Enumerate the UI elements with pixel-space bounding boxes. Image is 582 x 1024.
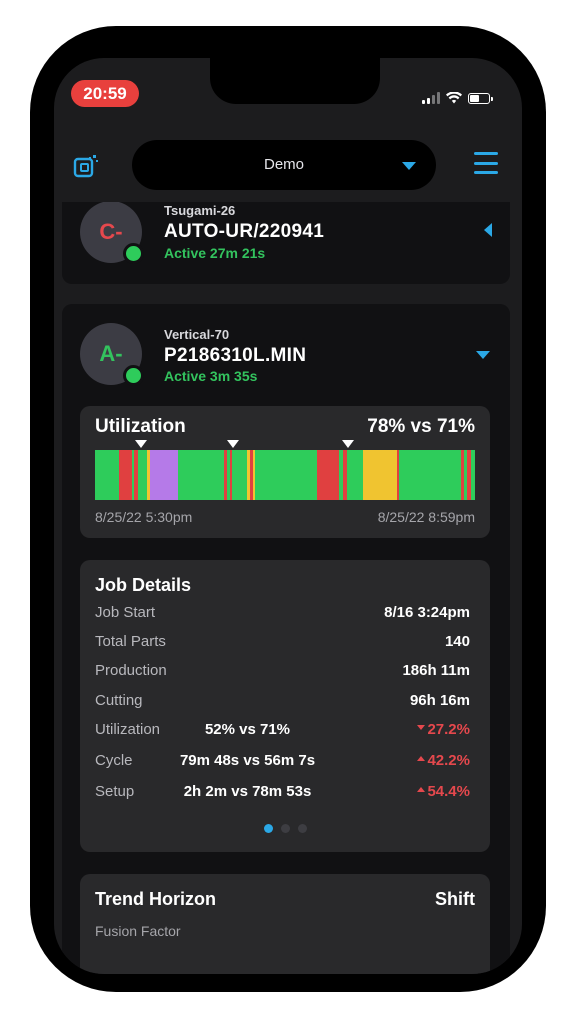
machine-job: AUTO-UR/220941	[164, 221, 325, 242]
job-details-title: Job Details	[95, 575, 192, 595]
machine-card-vertical[interactable]: A- Vertical-70 P2186310L.MIN Active 3m 3…	[62, 304, 510, 974]
arrow-up-icon	[417, 756, 426, 761]
arrow-down-icon	[417, 725, 426, 730]
timeline-segment[interactable]	[119, 450, 132, 500]
location-selector[interactable]: Demo	[132, 140, 436, 190]
timeline-segment[interactable]	[150, 450, 178, 500]
battery-icon	[468, 92, 493, 104]
app-header: Demo	[54, 138, 522, 192]
machine-model: Tsugami-26	[164, 203, 236, 218]
machine-model: Vertical-70	[164, 327, 230, 342]
job-details-panel[interactable]: Job Details Job Start 8/16 3:24pm Total …	[80, 560, 490, 852]
machine-status: Active 27m 21s	[164, 245, 266, 261]
timeline-marker[interactable]	[135, 440, 147, 448]
utilization-title: Utilization	[95, 416, 186, 437]
app-logo-icon[interactable]	[72, 152, 100, 180]
cutting-row: Cutting 96h 16m	[95, 692, 470, 709]
timeline-segment[interactable]	[230, 450, 232, 500]
wifi-icon	[446, 92, 462, 104]
page-dot-active[interactable]	[263, 824, 273, 833]
machine-status: Active 3m 35s	[164, 368, 258, 384]
setup-row: Setup 2h 2m vs 78m 53s 54.4%	[95, 783, 470, 800]
job-start-row: Job Start 8/16 3:24pm	[95, 604, 470, 621]
trend-horizon-title: Trend Horizon	[95, 889, 216, 909]
timeline-segment[interactable]	[397, 450, 399, 500]
machine-avatar: C-	[80, 202, 144, 264]
timeline-marker[interactable]	[342, 440, 354, 448]
cycle-row: Cycle 79m 48s vs 56m 7s 42.2%	[95, 752, 470, 769]
utilization-value: 78% vs 71%	[367, 416, 475, 437]
chevron-down-icon[interactable]	[476, 351, 490, 359]
status-dot	[123, 365, 144, 386]
arrow-up-icon	[417, 787, 426, 792]
timeline-segment[interactable]	[224, 450, 227, 500]
production-row: Production 186h 11m	[95, 662, 470, 679]
timeline-segment[interactable]	[363, 450, 397, 500]
timeline-segment[interactable]	[317, 450, 339, 500]
utilization-row: Utilization 52% vs 71% 27.2%	[95, 721, 470, 738]
timeline-segment[interactable]	[343, 450, 347, 500]
utilization-panel[interactable]: Utilization 78% vs 71% 8/25/22 5:30pm 8/…	[80, 406, 490, 538]
trend-horizon-subtitle: Fusion Factor	[95, 923, 181, 939]
page-dot[interactable]	[297, 824, 307, 833]
status-time: 20:59	[71, 80, 139, 107]
machine-avatar: A-	[80, 323, 144, 386]
machine-card-tsugami[interactable]: C- Tsugami-26 AUTO-UR/220941 Active 27m …	[62, 202, 510, 284]
machine-job: P2186310L.MIN	[164, 345, 307, 366]
timeline-segment[interactable]	[134, 450, 138, 500]
trend-horizon-panel[interactable]: Trend Horizon Shift Fusion Factor	[80, 874, 490, 974]
page-dot[interactable]	[280, 824, 290, 833]
app-screen: 20:59 Demo C- Tsugami-26 AUTO-UR/220941 …	[54, 58, 522, 974]
machine-list[interactable]: C- Tsugami-26 AUTO-UR/220941 Active 27m …	[54, 202, 522, 974]
timeline-start: 8/25/22 5:30pm	[95, 509, 193, 525]
status-icons	[422, 90, 493, 106]
timeline-segment[interactable]	[250, 450, 253, 500]
notch	[210, 58, 380, 104]
page-indicator[interactable]	[80, 824, 490, 833]
timeline-segment[interactable]	[467, 450, 471, 500]
hamburger-menu-icon[interactable]	[474, 152, 498, 174]
chevron-down-icon	[402, 162, 416, 170]
status-dot	[123, 243, 144, 264]
total-parts-row: Total Parts 140	[95, 633, 470, 650]
selector-label: Demo	[263, 156, 304, 173]
chevron-left-icon[interactable]	[484, 223, 492, 237]
trend-horizon-value[interactable]: Shift	[435, 889, 475, 910]
utilization-timeline[interactable]	[95, 450, 475, 500]
signal-icon	[422, 92, 440, 104]
timeline-marker[interactable]	[227, 440, 239, 448]
timeline-end: 8/25/22 8:59pm	[377, 509, 475, 525]
timeline-segment[interactable]	[461, 450, 464, 500]
